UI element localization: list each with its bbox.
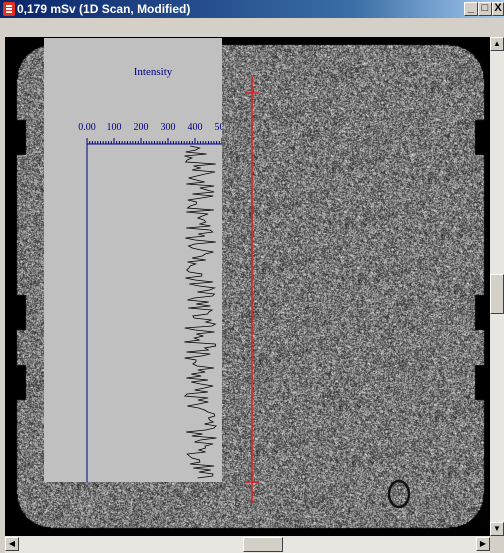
maximize-button[interactable]: □: [478, 2, 492, 16]
title-bar[interactable]: 0,179 mSv (1D Scan, Modified) _ □ X: [0, 0, 504, 18]
close-button[interactable]: X: [492, 2, 504, 16]
intensity-chart: Intensity 0.00 100 200 300 400 500: [78, 66, 223, 482]
x-tick-label: 500: [215, 122, 223, 133]
scroll-left-button[interactable]: ◀: [5, 537, 19, 551]
x-tick-label: 300: [161, 122, 176, 133]
x-tick-label: 0.00: [78, 122, 96, 133]
horizontal-scrollbar[interactable]: ◀ ▶: [5, 536, 490, 553]
x-tick-label: 100: [107, 122, 122, 133]
scroll-up-button[interactable]: ▲: [490, 37, 504, 51]
minimize-button[interactable]: _: [464, 2, 478, 16]
vertical-scrollbar[interactable]: ▲ ▼: [490, 37, 504, 536]
horizontal-scroll-thumb[interactable]: [243, 537, 283, 552]
x-tick-label: 400: [188, 122, 203, 133]
circular-marker: [387, 479, 411, 509]
intensity-profile-line: [183, 145, 217, 479]
x-tick-label: 200: [134, 122, 149, 133]
window-title: 0,179 mSv (1D Scan, Modified): [17, 2, 191, 16]
scroll-down-button[interactable]: ▼: [490, 522, 504, 536]
chart-title: Intensity: [134, 66, 173, 78]
app-logo-icon: [3, 2, 15, 16]
vertical-scroll-thumb[interactable]: [490, 274, 504, 314]
scrollbar-corner: [490, 536, 504, 553]
scroll-right-button[interactable]: ▶: [476, 537, 490, 551]
